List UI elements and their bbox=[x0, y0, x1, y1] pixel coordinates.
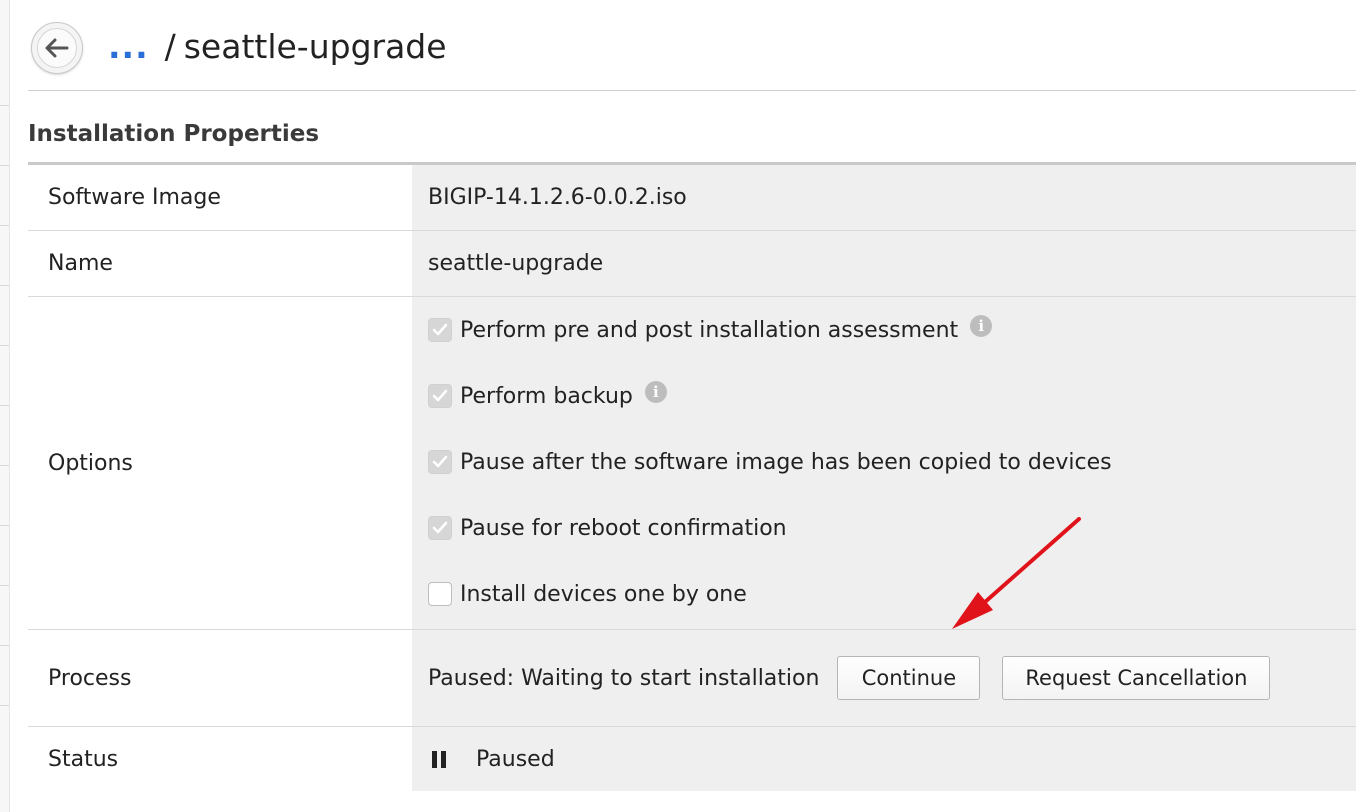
row-status: Status Paused bbox=[28, 727, 1356, 791]
info-icon[interactable]: i bbox=[644, 381, 667, 403]
section-title: Installation Properties bbox=[28, 104, 1356, 165]
row-options: Options Perform pre and post installatio… bbox=[28, 297, 1356, 630]
status-label: Status bbox=[28, 727, 432, 791]
option-pause-reboot: Pause for reboot confirmation bbox=[428, 514, 787, 542]
options-value: Perform pre and post installation assess… bbox=[412, 297, 1356, 629]
section-title-text: Installation Properties bbox=[28, 121, 320, 147]
option-assessment: Perform pre and post installation assess… bbox=[428, 315, 993, 344]
row-process: Process Paused: Waiting to start install… bbox=[28, 630, 1356, 727]
process-label: Process bbox=[28, 630, 432, 726]
breadcrumb-separator: / bbox=[164, 27, 176, 66]
pause-reboot-label: Pause for reboot confirmation bbox=[460, 515, 787, 541]
breadcrumb: ... / seattle-upgrade bbox=[108, 24, 447, 70]
process-status-text: Paused: Waiting to start installation bbox=[428, 665, 820, 691]
software-image-value: BIGIP-14.1.2.6-0.0.2.iso bbox=[412, 165, 1356, 230]
breadcrumb-parent-link[interactable]: ... bbox=[108, 27, 149, 66]
continue-button[interactable]: Continue bbox=[837, 656, 981, 700]
pause-reboot-checkbox[interactable] bbox=[428, 516, 452, 540]
assessment-label: Perform pre and post installation assess… bbox=[460, 317, 959, 343]
name-label: Name bbox=[28, 231, 432, 296]
software-image-label: Software Image bbox=[28, 165, 432, 230]
options-label: Options bbox=[28, 297, 432, 629]
option-backup: Perform backup i bbox=[428, 381, 667, 410]
option-pause-after-copy: Pause after the software image has been … bbox=[428, 448, 1112, 476]
install-one-by-one-label: Install devices one by one bbox=[460, 581, 747, 607]
assessment-checkbox[interactable] bbox=[428, 318, 452, 342]
back-button[interactable] bbox=[31, 22, 83, 74]
request-cancellation-button[interactable]: Request Cancellation bbox=[1002, 656, 1271, 700]
info-icon[interactable]: i bbox=[970, 315, 993, 337]
pause-after-copy-label: Pause after the software image has been … bbox=[460, 449, 1112, 475]
pause-after-copy-checkbox[interactable] bbox=[428, 450, 452, 474]
page-title: seattle-upgrade bbox=[183, 27, 447, 66]
status-value: Paused bbox=[412, 727, 1356, 791]
option-install-one-by-one: Install devices one by one bbox=[428, 580, 747, 608]
page-header: ... / seattle-upgrade bbox=[28, 0, 1356, 91]
backup-label: Perform backup bbox=[460, 383, 633, 409]
arrow-left-icon bbox=[37, 28, 77, 68]
backup-checkbox[interactable] bbox=[428, 384, 452, 408]
row-name: Name seattle-upgrade bbox=[28, 231, 1356, 297]
install-one-by-one-checkbox[interactable] bbox=[428, 582, 452, 606]
name-value: seattle-upgrade bbox=[412, 231, 1356, 296]
left-edge-strip bbox=[0, 0, 10, 812]
status-text: Paused bbox=[476, 746, 555, 772]
row-software-image: Software Image BIGIP-14.1.2.6-0.0.2.iso bbox=[28, 165, 1356, 231]
process-value: Paused: Waiting to start installation Co… bbox=[412, 630, 1356, 726]
pause-icon bbox=[432, 750, 446, 768]
properties-table: Software Image BIGIP-14.1.2.6-0.0.2.iso … bbox=[28, 165, 1356, 791]
